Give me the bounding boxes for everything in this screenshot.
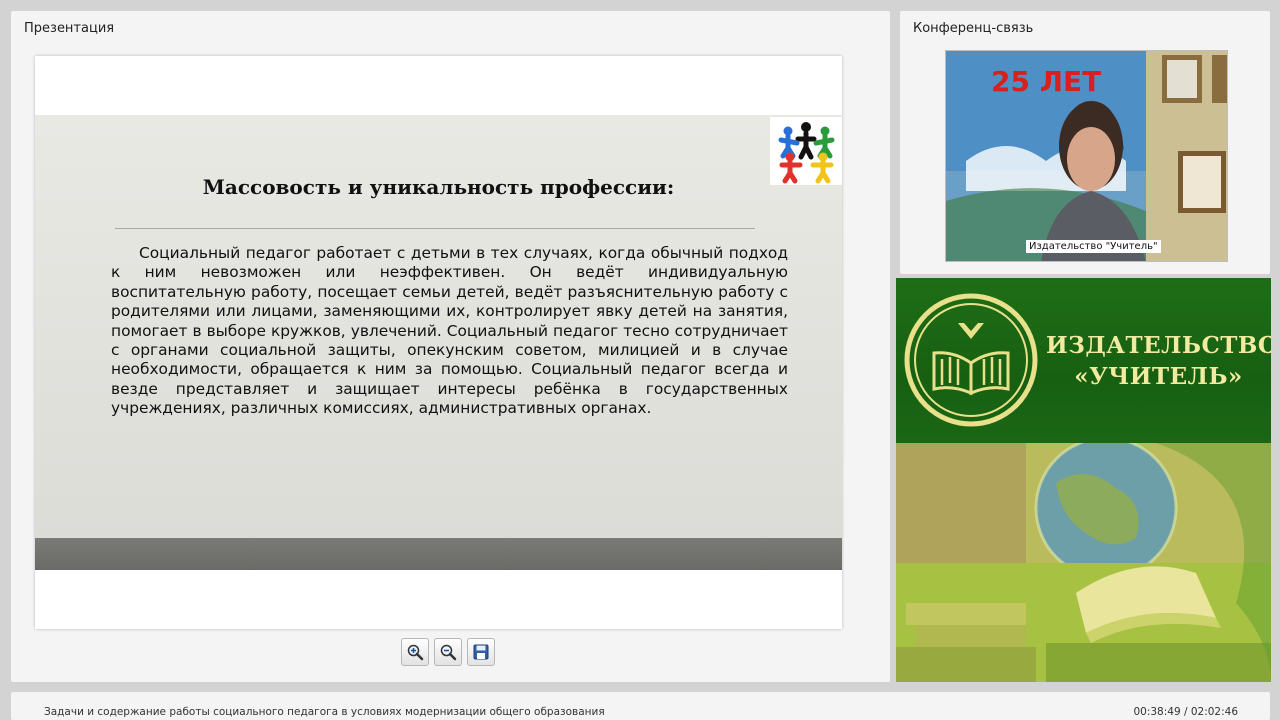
conference-panel-title: Конференц-связь bbox=[913, 21, 1034, 36]
speaker-video-frame: 25 ЛЕТ bbox=[946, 51, 1227, 261]
zoom-out-icon bbox=[440, 644, 457, 661]
slide-content-area: Массовость и уникальность профессии: Соц… bbox=[35, 115, 842, 538]
zoom-in-button[interactable] bbox=[401, 638, 429, 666]
presentation-panel: Презентация Массовость и уникальность пр… bbox=[11, 11, 890, 682]
publisher-name-line1: ИЗДАТЕЛЬСТВО bbox=[1046, 332, 1271, 359]
publisher-banner-image bbox=[896, 436, 1271, 682]
book-emblem-logo-icon bbox=[904, 293, 1038, 427]
poster-text: 25 ЛЕТ bbox=[991, 65, 1101, 98]
publisher-banner-top: ИЗДАТЕЛЬСТВО «УЧИТЕЛЬ» bbox=[896, 278, 1271, 443]
floppy-disk-icon bbox=[473, 644, 489, 660]
playback-timecode: 00:38:49 / 02:02:46 bbox=[1133, 706, 1238, 718]
slide-heading: Массовость и уникальность профессии: bbox=[202, 175, 675, 199]
speaker-name-label: Издательство "Учитель" bbox=[1026, 240, 1161, 253]
publisher-name-line2: «УЧИТЕЛЬ» bbox=[1074, 363, 1243, 390]
slide-footer-bar bbox=[35, 538, 842, 570]
status-bar: Задачи и содержание работы социального п… bbox=[11, 692, 1270, 720]
conference-panel: Конференц-связь 25 ЛЕТ Издательство "Учи… bbox=[900, 11, 1270, 274]
books-globe-illustration bbox=[896, 436, 1271, 682]
course-title: Задачи и содержание работы социального п… bbox=[44, 706, 605, 718]
zoom-in-icon bbox=[407, 644, 424, 661]
save-button[interactable] bbox=[467, 638, 495, 666]
presentation-toolbar bbox=[401, 638, 495, 666]
publisher-banner: ИЗДАТЕЛЬСТВО «УЧИТЕЛЬ» bbox=[896, 278, 1271, 682]
publisher-name: ИЗДАТЕЛЬСТВО «УЧИТЕЛЬ» bbox=[1046, 330, 1271, 392]
slide-divider bbox=[115, 228, 755, 229]
slide-body-text: Социальный педагог работает с детьми в т… bbox=[111, 244, 788, 418]
slide-viewer: Массовость и уникальность профессии: Соц… bbox=[35, 56, 842, 629]
zoom-out-button[interactable] bbox=[434, 638, 462, 666]
presentation-panel-title: Презентация bbox=[24, 21, 115, 36]
speaker-video: 25 ЛЕТ Издательство "Учитель" bbox=[945, 50, 1228, 262]
